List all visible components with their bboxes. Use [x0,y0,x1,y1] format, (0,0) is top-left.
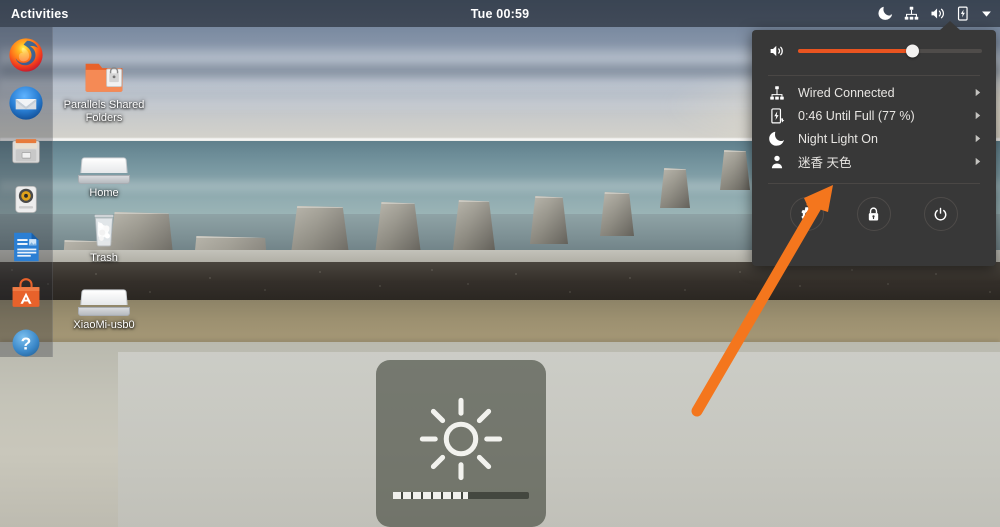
brightness-fill [393,492,468,499]
top-panel: Activities Tue 00:59 [0,0,1000,27]
dock-item-rhythmbox[interactable] [7,180,45,218]
chevron-right-icon [975,111,981,120]
menu-item-night-light[interactable]: Night Light On [752,127,996,150]
dock-item-thunderbird[interactable] [7,84,45,122]
system-tray[interactable] [877,5,992,22]
volume-icon [770,45,783,57]
chevron-right-icon [975,134,981,143]
user-icon [771,155,783,168]
menu-item-network[interactable]: Wired Connected [752,81,996,104]
wallpaper-block [720,150,750,190]
clock[interactable]: Tue 00:59 [0,7,1000,21]
wallpaper-block [660,168,690,208]
shared-folder-icon [58,52,150,96]
volume-icon [931,8,944,19]
power-button[interactable] [923,197,958,231]
desktop-icon-label: Trash [90,252,118,264]
menu-item-battery[interactable]: 0:46 Until Full (77 %) [752,104,996,127]
lock-icon [869,206,879,220]
menu-item-label: Wired Connected [798,85,895,100]
desktop-icon-label: Home [89,187,119,199]
menu-item-label: 0:46 Until Full (77 %) [798,108,915,123]
battery-charging-icon [957,6,968,21]
night-light-icon [878,6,893,20]
desktop-icon-home[interactable]: Home [58,140,150,200]
moon-icon [769,131,784,146]
chevron-right-icon [975,157,981,166]
settings-button[interactable] [790,197,825,231]
brightness-sun-icon [419,397,503,480]
volume-slider[interactable] [798,44,982,58]
svg-text:?: ? [21,333,32,353]
wallpaper-block [530,196,568,244]
system-menu[interactable]: Wired Connected 0:46 Until Full (77 %) N… [752,21,996,266]
battery-charging-icon [771,107,785,124]
menu-actions [752,187,996,241]
dock-item-libreoffice-writer[interactable] [7,228,45,266]
dock-item-firefox[interactable] [7,36,45,74]
menu-item-label: 迷香 天色 [798,156,852,170]
trash-icon [58,205,150,249]
desktop-icon-xiaomi-usb0[interactable]: XiaoMi-usb0 [58,272,150,332]
desktop-icon-label: Parallels Shared Folders [63,99,145,124]
volume-row[interactable] [752,30,996,72]
desktop-icon-parallels-shared-folders[interactable]: Parallels Shared Folders [58,52,150,125]
menu-separator [768,183,980,184]
menu-pointer [940,21,960,30]
wallpaper-reflection [118,352,1000,527]
brightness-osd [376,360,546,527]
menu-separator [768,75,980,76]
wallpaper-wall-texture [0,262,1000,302]
dock-item-files[interactable] [7,132,45,170]
volume-slider-knob[interactable] [905,44,919,58]
volume-slider-fill [798,49,913,53]
desktop-icon-label: XiaoMi-usb0 [73,319,135,331]
power-icon [934,207,947,221]
dock: ? [0,27,53,357]
wallpaper-block [453,200,495,250]
chevron-right-icon [975,88,981,97]
drive-icon [58,272,150,316]
dock-item-help[interactable]: ? [7,324,45,362]
wallpaper-block [600,192,634,236]
wired-network-icon [770,85,784,100]
menu-item-label: Night Light On [798,131,878,146]
menu-item-user[interactable]: 迷香 天色 [752,150,996,173]
gear-icon [801,206,815,221]
drive-icon [58,140,150,184]
desktop-icon-trash[interactable]: Trash [58,205,150,265]
dock-item-ubuntu-software[interactable] [7,276,45,314]
chevron-down-icon [982,11,991,17]
wallpaper-block [375,202,421,254]
wired-network-icon [904,6,919,20]
brightness-level-bar [393,492,529,499]
lock-button[interactable] [856,197,891,231]
